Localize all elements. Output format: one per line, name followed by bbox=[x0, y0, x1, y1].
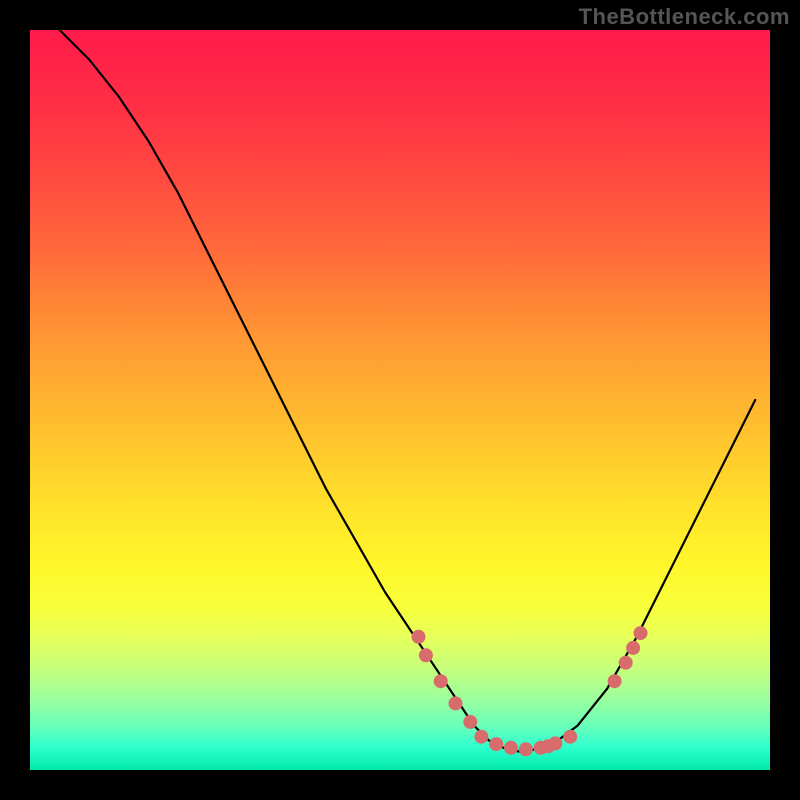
scatter-point bbox=[634, 626, 648, 640]
scatter-point bbox=[608, 674, 622, 688]
scatter-point bbox=[449, 696, 463, 710]
scatter-point bbox=[519, 742, 533, 756]
scatter-point bbox=[548, 736, 562, 750]
scatter-point bbox=[434, 674, 448, 688]
curve-layer bbox=[30, 30, 770, 770]
scatter-point bbox=[412, 630, 426, 644]
scatter-point bbox=[489, 737, 503, 751]
chart-container: TheBottleneck.com bbox=[0, 0, 800, 800]
scatter-points bbox=[412, 626, 648, 756]
scatter-point bbox=[419, 648, 433, 662]
scatter-point bbox=[474, 730, 488, 744]
scatter-point bbox=[626, 641, 640, 655]
scatter-point bbox=[504, 741, 518, 755]
plot-area bbox=[30, 30, 770, 770]
scatter-point bbox=[619, 656, 633, 670]
scatter-point bbox=[563, 730, 577, 744]
bottleneck-curve bbox=[60, 30, 756, 752]
scatter-point bbox=[463, 715, 477, 729]
watermark-text: TheBottleneck.com bbox=[579, 4, 790, 30]
